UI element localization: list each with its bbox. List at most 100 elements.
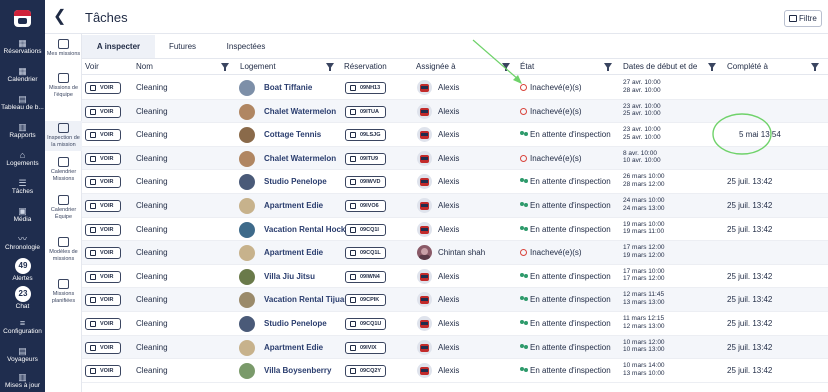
status-label: Inachevé(e)(s): [520, 76, 582, 99]
subnav-item-4[interactable]: Calendrier Missions: [45, 155, 82, 185]
incomplete-icon: [520, 249, 527, 257]
end-date: 12 mars 13:00: [623, 322, 665, 330]
reservation-button[interactable]: 09LSJG: [345, 129, 386, 142]
nav-item-8[interactable]: 〰 Chronologie: [0, 234, 45, 252]
subnav-item-3[interactable]: Inspection de la mission: [45, 121, 82, 151]
reservation-button[interactable]: 09IWN4: [345, 270, 386, 283]
col-logement[interactable]: Logement: [240, 59, 276, 75]
reservation-code: 09IVIX: [360, 344, 377, 351]
property-thumbnail: [239, 339, 255, 356]
filter-icon[interactable]: [604, 63, 612, 71]
property-link[interactable]: Studio Penelope: [264, 312, 327, 335]
filter-icon[interactable]: [811, 63, 819, 71]
external-link-icon: [350, 344, 356, 351]
external-link-icon: [90, 297, 96, 304]
subnav-item-1[interactable]: Mes missions: [45, 37, 82, 60]
view-button[interactable]: VOIR: [85, 200, 121, 212]
property-link[interactable]: Chalet Watermelon: [264, 100, 336, 123]
view-button[interactable]: VOIR: [85, 152, 121, 165]
nav-item-2[interactable]: ▦ Calendrier: [0, 66, 45, 84]
property-link[interactable]: Vacation Rental Tijuan: [264, 288, 349, 311]
view-button[interactable]: VOIR: [85, 365, 121, 378]
task-dates: 27 avr. 10:00 28 avr. 10:00: [623, 79, 661, 94]
view-button[interactable]: VOIR: [85, 105, 121, 118]
nav-item-3[interactable]: ▤ Tableau de b...: [0, 94, 45, 112]
external-link-icon: [350, 108, 356, 115]
nav-item-9[interactable]: 49 Alertes: [0, 258, 45, 283]
property-link[interactable]: Vacation Rental Hocke: [264, 218, 350, 241]
external-link-icon: [350, 297, 356, 304]
view-label: VOIR: [100, 344, 114, 351]
assignee-name: Alexis: [438, 366, 460, 376]
tab-futures[interactable]: Futures: [155, 35, 210, 58]
subnav-item-2[interactable]: Missions de l'équipe: [45, 71, 82, 101]
property-link[interactable]: Chalet Watermelon: [264, 147, 336, 170]
filter-icon[interactable]: [502, 63, 510, 71]
reservation-button[interactable]: 09CQ1I: [345, 223, 386, 236]
view-button[interactable]: VOIR: [85, 129, 121, 142]
nav-item-11[interactable]: ≡ Configuration: [0, 318, 45, 336]
reservation-button[interactable]: 09ITU9: [345, 152, 386, 165]
col-reservation[interactable]: Réservation: [344, 59, 387, 75]
nav-item-7[interactable]: ▣ Média: [0, 206, 45, 224]
view-button[interactable]: VOIR: [85, 318, 121, 330]
property-link[interactable]: Boat Tiffanie: [264, 76, 312, 99]
view-button[interactable]: VOIR: [85, 82, 121, 94]
subnav-item-5[interactable]: Calendrier Équipe: [45, 193, 82, 223]
reservation-button[interactable]: 09CPIK: [345, 294, 386, 307]
task-dates: 23 avr. 10:00 25 avr. 10:00: [623, 103, 661, 118]
tab-inspectees[interactable]: Inspectées: [215, 35, 277, 58]
nav-item-1[interactable]: ▦ Réservations: [0, 38, 45, 56]
reservation-button[interactable]: 09IVIX: [345, 341, 386, 354]
col-complete[interactable]: Complété à: [727, 59, 768, 75]
nav-item-13[interactable]: ▥ Mises à jour: [0, 372, 45, 390]
reservation-button[interactable]: 09ITUA: [345, 105, 386, 118]
reservation-button[interactable]: 09CQ2Y: [345, 365, 386, 378]
view-label: VOIR: [100, 297, 114, 304]
nav-item-6[interactable]: ☰ Tâches: [0, 178, 45, 196]
view-button[interactable]: VOIR: [85, 247, 121, 260]
property-link[interactable]: Apartment Edie: [264, 194, 323, 217]
nav-item-4[interactable]: ▥ Rapports: [0, 122, 45, 140]
view-button[interactable]: VOIR: [85, 270, 121, 283]
subnav-item-7[interactable]: Missions planifiées: [45, 277, 82, 307]
nav-item-5[interactable]: ⌂ Logements: [0, 150, 45, 168]
subnav-item-6[interactable]: Modèles de missions: [45, 235, 82, 265]
reservation-button[interactable]: 09IWVD: [345, 176, 386, 189]
avatar: [417, 363, 432, 379]
filter-icon[interactable]: [221, 63, 229, 71]
col-etat[interactable]: État: [520, 59, 534, 75]
tab-a-inspecter[interactable]: A inspecter: [82, 35, 155, 58]
filter-icon[interactable]: [326, 63, 334, 71]
col-assignee[interactable]: Assignée à: [416, 59, 456, 75]
view-button[interactable]: VOIR: [85, 223, 121, 236]
property-link[interactable]: Villa Boysenberry: [264, 359, 331, 382]
property-link[interactable]: Apartment Edie: [264, 241, 323, 264]
view-button[interactable]: VOIR: [85, 294, 121, 307]
end-date: 28 mars 12:00: [623, 180, 665, 188]
col-dates[interactable]: Dates de début et de: [623, 59, 697, 75]
back-arrow-icon[interactable]: ❮: [53, 9, 66, 25]
filter-button[interactable]: Filtre: [784, 10, 822, 27]
view-button[interactable]: VOIR: [85, 176, 121, 189]
assignee-name: Alexis: [438, 224, 460, 234]
property-link[interactable]: Apartment Edie: [264, 336, 323, 359]
reservation-button[interactable]: 09NH13: [345, 82, 386, 94]
app-logo[interactable]: [14, 10, 31, 27]
filter-icon[interactable]: [708, 63, 716, 71]
property-link[interactable]: Cottage Tennis: [264, 123, 321, 146]
nav-item-10[interactable]: 23 Chat: [0, 286, 45, 311]
table-row: VOIR Cleaning Apartment Edie 09IVIX Alexis En…: [82, 335, 828, 360]
col-nom[interactable]: Nom: [136, 59, 153, 75]
view-button[interactable]: VOIR: [85, 341, 121, 354]
nav-badge: 23: [15, 286, 31, 302]
property-link[interactable]: Studio Penelope: [264, 170, 327, 193]
property-link[interactable]: Villa Jiu Jitsu: [264, 265, 315, 288]
reservation-button[interactable]: 09IVO6: [345, 200, 386, 212]
reservation-button[interactable]: 09CQ1L: [345, 247, 386, 260]
nav-item-12[interactable]: ▤ Voyageurs: [0, 346, 45, 364]
status-text: Inachevé(e)(s): [530, 106, 582, 116]
status-text: Inachevé(e)(s): [530, 153, 582, 163]
view-label: VOIR: [100, 250, 114, 257]
reservation-button[interactable]: 09CQ1U: [345, 318, 386, 330]
